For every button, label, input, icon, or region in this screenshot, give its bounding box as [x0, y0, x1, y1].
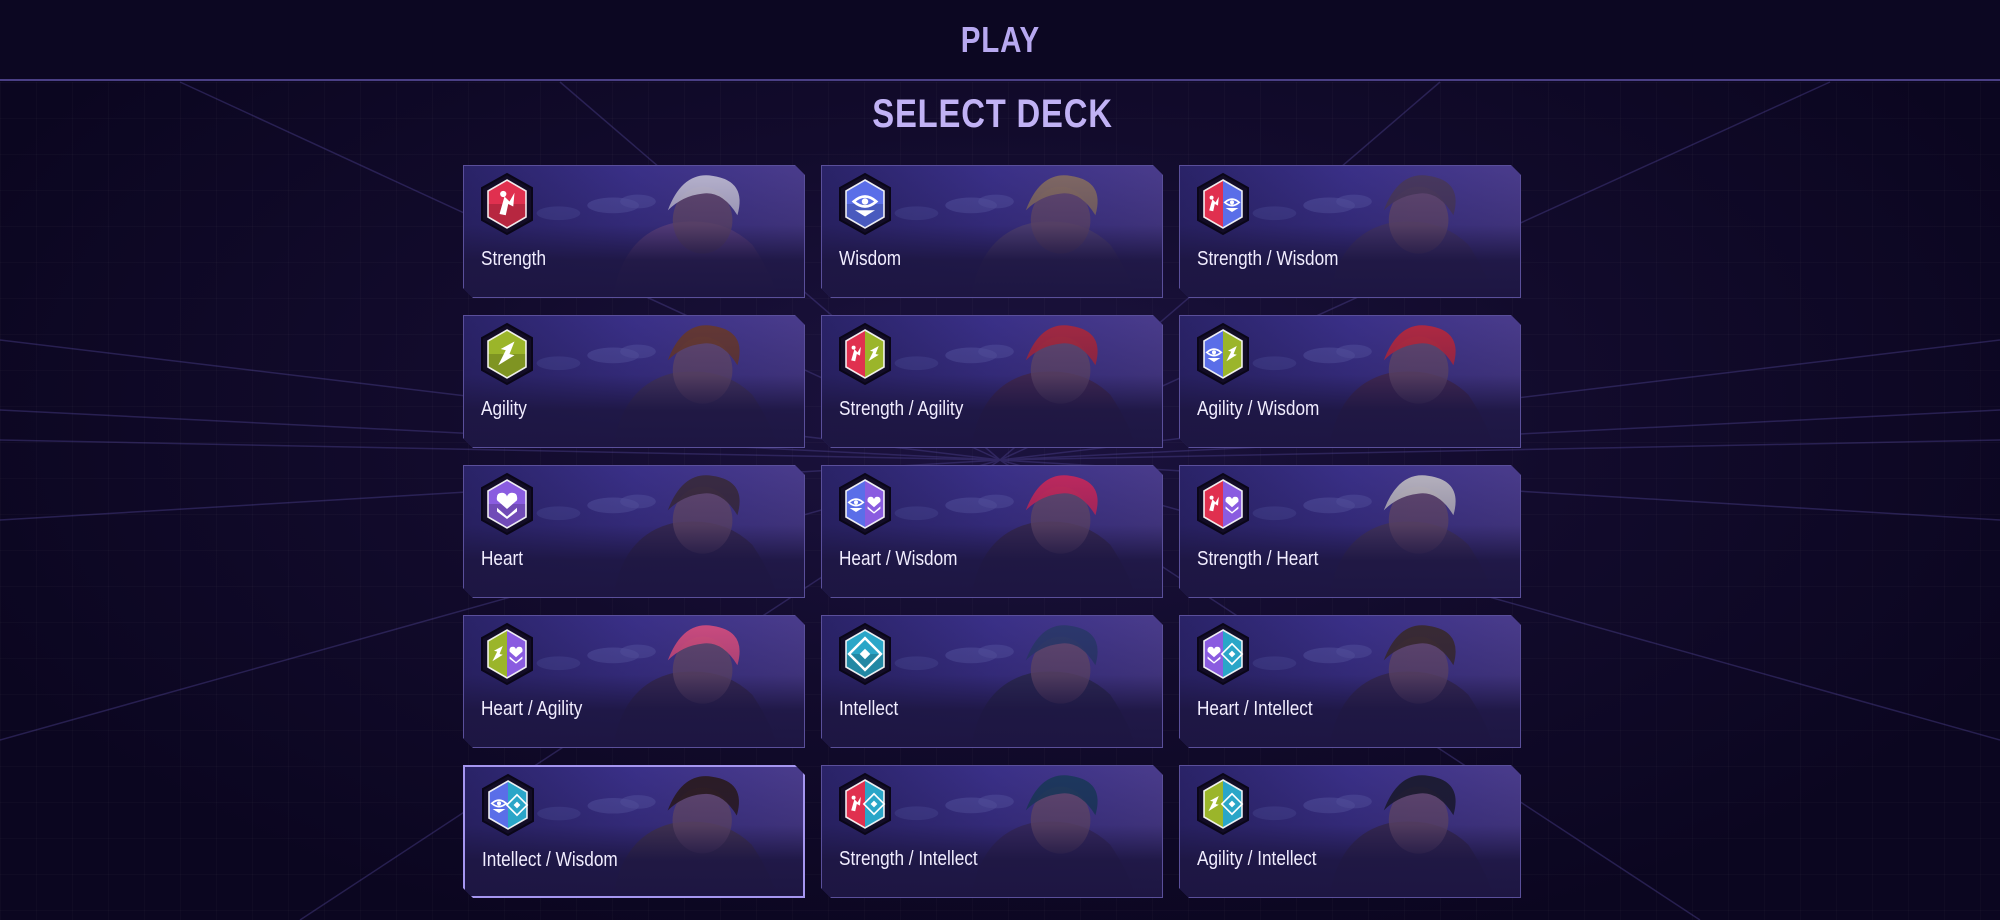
deck-card-strength-intellect[interactable]: Strength / Intellect [821, 765, 1163, 898]
agility-icon [479, 322, 535, 386]
deck-label: Wisdom [839, 248, 902, 270]
deck-label: Heart [481, 548, 524, 570]
heart-agility-icon [479, 622, 535, 686]
strength-wisdom-icon [1195, 172, 1251, 236]
heart-icon [479, 472, 535, 536]
deck-card-agility-intellect[interactable]: Agility / Intellect [1179, 765, 1521, 898]
deck-label: Agility / Intellect [1197, 848, 1317, 870]
header-title: PLAY [960, 18, 1040, 60]
deck-label: Strength / Heart [1197, 548, 1319, 570]
deck-card-intellect-wisdom[interactable]: Intellect / Wisdom [463, 765, 805, 898]
wisdom-icon [837, 172, 893, 236]
intellect-wisdom-icon [480, 773, 536, 837]
deck-card-intellect[interactable]: Intellect [821, 615, 1163, 748]
deck-label: Strength / Wisdom [1197, 248, 1339, 270]
intellect-icon [837, 622, 893, 686]
strength-icon [479, 172, 535, 236]
deck-label: Agility / Wisdom [1197, 398, 1320, 420]
deck-card-heart[interactable]: Heart [463, 465, 805, 598]
deck-label: Heart / Agility [481, 698, 583, 720]
deck-card-strength-agility[interactable]: Strength / Agility [821, 315, 1163, 448]
deck-grid: Strength Wisdom Strength / Wisdom Agilit… [463, 165, 1521, 898]
deck-label: Heart / Intellect [1197, 698, 1313, 720]
deck-card-heart-wisdom[interactable]: Heart / Wisdom [821, 465, 1163, 598]
heart-wisdom-icon [837, 472, 893, 536]
deck-card-strength-wisdom[interactable]: Strength / Wisdom [1179, 165, 1521, 298]
deck-card-heart-agility[interactable]: Heart / Agility [463, 615, 805, 748]
deck-label: Strength / Agility [839, 398, 964, 420]
agility-intellect-icon [1195, 772, 1251, 836]
heart-intellect-icon [1195, 622, 1251, 686]
deck-card-wisdom[interactable]: Wisdom [821, 165, 1163, 298]
game-screen: PLAY SELECT DECK Strength Wisdom Strengt… [0, 0, 2000, 920]
deck-label: Heart / Wisdom [839, 548, 958, 570]
top-bar: PLAY [0, 0, 2000, 81]
deck-card-strength-heart[interactable]: Strength / Heart [1179, 465, 1521, 598]
strength-intellect-icon [837, 772, 893, 836]
strength-heart-icon [1195, 472, 1251, 536]
strength-agility-icon [837, 322, 893, 386]
page-title: SELECT DECK [872, 92, 1113, 136]
deck-label: Intellect [839, 698, 899, 720]
deck-card-agility[interactable]: Agility [463, 315, 805, 448]
deck-label: Strength [481, 248, 547, 270]
agility-wisdom-icon [1195, 322, 1251, 386]
deck-card-agility-wisdom[interactable]: Agility / Wisdom [1179, 315, 1521, 448]
deck-card-heart-intellect[interactable]: Heart / Intellect [1179, 615, 1521, 748]
deck-card-strength[interactable]: Strength [463, 165, 805, 298]
deck-label: Strength / Intellect [839, 848, 978, 870]
deck-label: Intellect / Wisdom [482, 849, 618, 871]
deck-label: Agility [481, 398, 527, 420]
